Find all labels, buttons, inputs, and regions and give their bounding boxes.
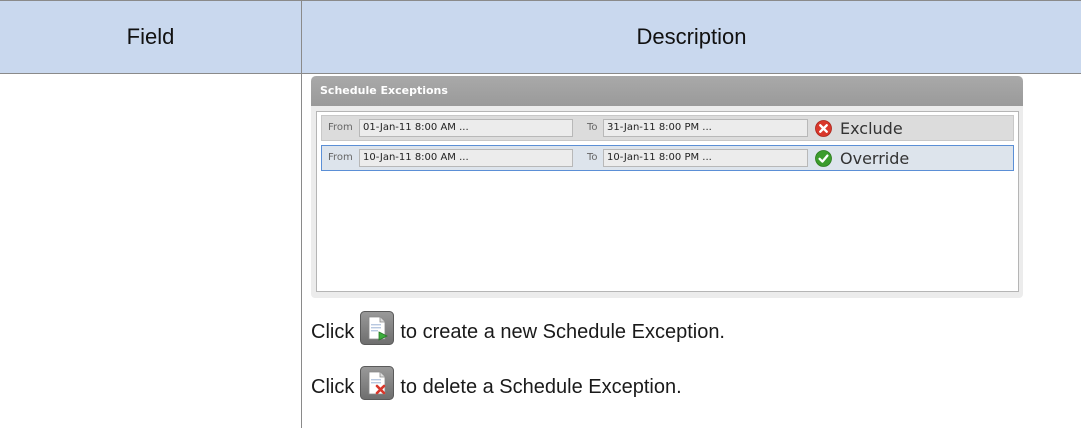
create-text: to create a new Schedule Exception. (400, 320, 725, 343)
delete-document-icon[interactable] (360, 366, 395, 400)
status-label: Exclude (840, 118, 903, 138)
exclude-icon (815, 119, 832, 137)
description-column-header: Description (636, 24, 747, 49)
override-status[interactable]: Override (815, 148, 909, 168)
from-date-field[interactable]: 01-Jan-11 8:00 AM ... (359, 119, 573, 137)
table-header-row: Field Description (0, 0, 1081, 74)
click-word: Click (311, 375, 355, 398)
schedule-exceptions-panel: Schedule Exceptions From 01-Jan-11 8:00 … (311, 76, 1023, 298)
from-date-field[interactable]: 10-Jan-11 8:00 AM ... (359, 149, 573, 167)
delete-text: to delete a Schedule Exception. (400, 375, 682, 398)
exceptions-list: From 01-Jan-11 8:00 AM ... To 31-Jan-11 … (316, 111, 1019, 292)
column-divider (301, 0, 302, 428)
override-icon (815, 149, 832, 167)
panel-title: Schedule Exceptions (311, 76, 1023, 106)
to-date-field[interactable]: 31-Jan-11 8:00 PM ... (603, 119, 808, 137)
new-document-icon[interactable] (360, 311, 395, 345)
delete-instruction: Click to delete a Schedule Exception. (311, 364, 682, 410)
exclude-status[interactable]: Exclude (815, 118, 903, 138)
status-label: Override (840, 148, 910, 168)
to-label: To (587, 122, 598, 133)
from-label: From (328, 152, 353, 163)
to-label: To (587, 152, 598, 163)
doc-table: Field Description Schedule Exceptions Fr… (0, 0, 1081, 428)
exception-row-selected[interactable]: From 10-Jan-11 8:00 AM ... To 10-Jan-11 … (321, 145, 1014, 171)
field-column-header: Field (126, 24, 175, 49)
from-label: From (328, 122, 353, 133)
click-word: Click (311, 320, 355, 343)
to-date-field[interactable]: 10-Jan-11 8:00 PM ... (603, 149, 808, 167)
exception-row[interactable]: From 01-Jan-11 8:00 AM ... To 31-Jan-11 … (321, 115, 1014, 141)
create-instruction: Click to create a new Schedule Exception… (311, 309, 725, 355)
